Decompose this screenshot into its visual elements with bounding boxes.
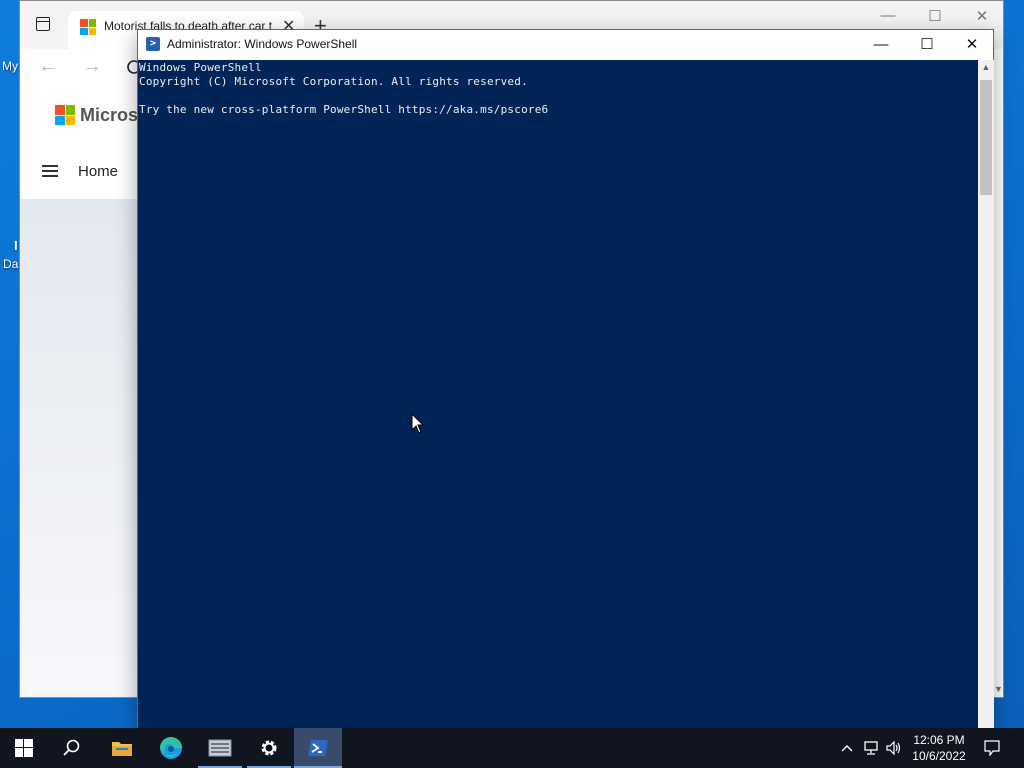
search-icon	[63, 739, 80, 756]
search-button[interactable]	[48, 728, 96, 768]
mouse-cursor-icon	[411, 413, 425, 434]
clock-date: 10/6/2022	[912, 749, 966, 763]
tab-actions-icon[interactable]	[36, 17, 50, 31]
scroll-down-icon[interactable]: ▼	[994, 684, 1003, 694]
file-explorer-button[interactable]	[98, 728, 146, 768]
back-icon[interactable]: ←	[38, 55, 58, 78]
gear-icon	[261, 740, 277, 756]
browser-minimize-button[interactable]: —	[866, 7, 910, 24]
volume-icon[interactable]	[884, 728, 904, 768]
network-icon	[864, 741, 878, 755]
folder-icon	[112, 742, 132, 756]
taskbar: 12:06 PM 10/6/2022	[0, 728, 1024, 768]
windows-logo-icon	[15, 739, 33, 757]
network-icon[interactable]	[861, 728, 881, 768]
server-manager-button[interactable]	[196, 728, 244, 768]
powershell-taskbar-button[interactable]	[294, 728, 342, 768]
hamburger-menu-icon[interactable]	[42, 165, 58, 180]
console-line: Try the new cross-platform PowerShell ht…	[139, 103, 549, 116]
powershell-window[interactable]: > Administrator: Windows PowerShell — ☐ …	[137, 29, 994, 729]
scrollbar-thumb[interactable]	[980, 80, 992, 195]
powershell-titlebar[interactable]: > Administrator: Windows PowerShell — ☐ …	[138, 30, 993, 60]
server-icon	[208, 739, 232, 757]
close-button[interactable]: ✕	[949, 30, 995, 60]
window-title: Administrator: Windows PowerShell	[167, 37, 358, 51]
page-hero-background	[20, 199, 138, 697]
minimize-button[interactable]: —	[858, 30, 904, 60]
action-center-icon	[984, 740, 1000, 756]
chevron-up-icon	[841, 745, 853, 752]
console-line: Copyright (C) Microsoft Corporation. All…	[139, 75, 528, 88]
clock-time: 12:06 PM	[913, 733, 965, 747]
desktop-icon-label[interactable]: Da	[3, 257, 18, 271]
powershell-icon[interactable]: >	[146, 37, 160, 51]
browser-maximize-button[interactable]: ☐	[913, 7, 957, 25]
notifications-button[interactable]	[980, 728, 1004, 768]
nav-home-link[interactable]: Home	[78, 163, 118, 180]
edge-button[interactable]	[147, 728, 195, 768]
taskbar-clock[interactable]: 12:06 PM 10/6/2022	[906, 732, 972, 764]
console-line: Windows PowerShell	[139, 61, 262, 74]
microsoft-logo-icon[interactable]	[55, 105, 75, 125]
show-hidden-icons-icon[interactable]	[838, 728, 856, 768]
forward-icon[interactable]: →	[82, 55, 102, 78]
vertical-scrollbar[interactable]: ▲	[978, 60, 994, 729]
start-button[interactable]	[0, 728, 48, 768]
desktop-icon-glyph[interactable]: I	[14, 238, 18, 253]
edge-icon	[160, 737, 182, 759]
desktop-icon-label[interactable]: My	[2, 59, 18, 73]
settings-button[interactable]	[245, 728, 293, 768]
scroll-up-icon[interactable]: ▲	[978, 62, 994, 72]
console-output[interactable]: Windows PowerShell Copyright (C) Microso…	[138, 60, 978, 729]
speaker-icon	[886, 741, 901, 755]
microsoft-favicon-icon	[80, 19, 96, 35]
maximize-button[interactable]: ☐	[904, 30, 950, 60]
powershell-icon	[308, 740, 328, 756]
browser-close-button[interactable]: ✕	[960, 7, 1004, 25]
